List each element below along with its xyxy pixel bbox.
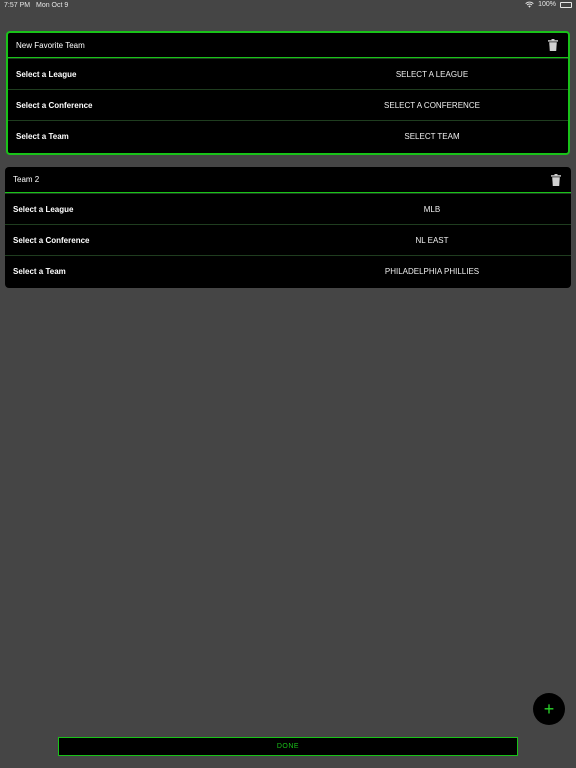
- conference-select[interactable]: SELECT A CONFERENCE: [196, 101, 568, 110]
- card-title: Team 2: [13, 175, 40, 184]
- card-title: New Favorite Team: [16, 40, 85, 50]
- done-button[interactable]: DONE: [58, 737, 518, 756]
- plus-icon: +: [543, 699, 555, 719]
- add-team-button[interactable]: +: [533, 693, 565, 725]
- status-right: 100%: [525, 1, 572, 8]
- row-label: Select a Conference: [13, 235, 90, 245]
- league-row[interactable]: Select a League SELECT A LEAGUE: [8, 58, 568, 89]
- battery-icon: [560, 1, 572, 8]
- status-date: Mon Oct 9: [36, 2, 69, 9]
- trash-icon[interactable]: [548, 39, 558, 51]
- row-label: Select a Team: [13, 266, 66, 276]
- row-label: Select a League: [16, 69, 77, 79]
- favorite-team-card: New Favorite Team Select a League SELECT…: [6, 31, 570, 155]
- team-row[interactable]: Select a Team PHILADELPHIA PHILLIES: [5, 255, 571, 286]
- card-header: New Favorite Team: [8, 33, 568, 58]
- league-row[interactable]: Select a League MLB: [5, 193, 571, 224]
- team-row[interactable]: Select a Team SELECT TEAM: [8, 120, 568, 151]
- card-header: Team 2: [5, 167, 571, 193]
- status-time: 7:57 PM: [4, 2, 31, 9]
- conference-row[interactable]: Select a Conference NL EAST: [5, 224, 571, 255]
- league-select[interactable]: SELECT A LEAGUE: [196, 70, 568, 79]
- wifi-icon: [525, 1, 534, 8]
- trash-icon[interactable]: [551, 173, 561, 186]
- team-card: Team 2 Select a League MLB Select a Conf…: [5, 167, 571, 288]
- row-label: Select a League: [13, 204, 74, 214]
- status-bar: 7:57 PM Mon Oct 9 100%: [0, 0, 576, 12]
- conference-row[interactable]: Select a Conference SELECT A CONFERENCE: [8, 89, 568, 120]
- league-select[interactable]: MLB: [193, 205, 571, 214]
- row-label: Select a Team: [16, 131, 69, 141]
- team-select[interactable]: PHILADELPHIA PHILLIES: [193, 267, 571, 276]
- row-label: Select a Conference: [16, 100, 93, 110]
- conference-select[interactable]: NL EAST: [193, 236, 571, 245]
- battery-percent: 100%: [538, 1, 556, 8]
- team-select[interactable]: SELECT TEAM: [196, 132, 568, 141]
